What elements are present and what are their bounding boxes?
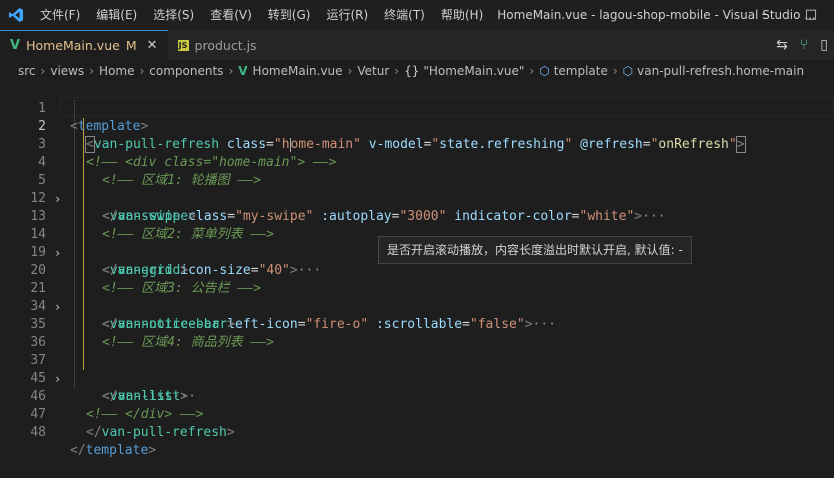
- menu-selection[interactable]: 选择(S): [145, 0, 202, 30]
- tab-label: HomeMain.vue: [26, 38, 120, 53]
- code-line: 3 <!—— <div class="home-main"> ——>: [0, 118, 834, 170]
- code-line: 47 </van-pull-refresh>: [0, 388, 834, 440]
- tab-product-js[interactable]: JS product.js: [168, 30, 267, 60]
- code-line: 37 › <van-list···: [0, 334, 834, 404]
- menu-run[interactable]: 运行(R): [318, 0, 376, 30]
- tab-label: product.js: [194, 37, 257, 53]
- code-line: 13 <!—— 区域2: 菜单列表 ——>: [0, 190, 834, 242]
- menu-help[interactable]: 帮助(H): [433, 0, 491, 30]
- cube-icon: ⬡: [539, 64, 550, 78]
- chevron-right-icon: ›: [40, 64, 46, 78]
- breadcrumb-src[interactable]: src: [18, 64, 36, 78]
- chevron-right-icon: ›: [89, 64, 95, 78]
- vue-icon: V: [238, 64, 248, 78]
- chevron-right-icon: ›: [394, 64, 400, 78]
- breadcrumb-file[interactable]: HomeMain.vue: [253, 64, 343, 78]
- code-line: 14 › <van-grid icon-size="40">···: [0, 208, 834, 278]
- menu-file[interactable]: 文件(F): [32, 0, 88, 30]
- line-number: 48: [30, 425, 46, 440]
- chevron-right-icon: ›: [529, 64, 535, 78]
- js-icon: JS: [177, 39, 189, 51]
- editor-tab-bar: V HomeMain.vue M ✕ JS product.js ⇆ ⑂ ▯: [0, 30, 834, 60]
- chevron-right-icon: ›: [139, 64, 145, 78]
- braces-icon: {}: [404, 64, 420, 78]
- code-text: </template>: [70, 443, 157, 458]
- hover-tooltip: 是否开启滚动播放，内容长度溢出时默认开启, 默认值: -: [378, 236, 692, 264]
- minimize-button[interactable]: –: [742, 0, 788, 30]
- window-controls: – □: [742, 0, 834, 30]
- code-line: 1 <template>: [0, 82, 834, 134]
- menu-terminal[interactable]: 终端(T): [376, 0, 433, 30]
- chevron-right-icon: ›: [228, 64, 234, 78]
- maximize-button[interactable]: □: [788, 0, 834, 30]
- code-line: 34 </van-notice-bar>: [0, 280, 834, 332]
- menu-view[interactable]: 查看(V): [202, 0, 260, 30]
- breadcrumb-components[interactable]: components: [149, 64, 223, 78]
- code-line: 48 </template>: [0, 406, 834, 458]
- code-line: 5 › <van-swipe class="my-swipe" :autopla…: [0, 154, 834, 224]
- compare-icon[interactable]: ⇆: [776, 37, 788, 53]
- code-line-current: 2 <van-pull-refresh class="home-main" v-…: [0, 100, 834, 153]
- source-control-icon[interactable]: ⑂: [800, 37, 808, 53]
- code-line: 35 <!—— 区域4: 商品列表 ——>: [0, 298, 834, 350]
- breadcrumb-views[interactable]: views: [50, 64, 84, 78]
- code-line: 46 <!—— </div> ——>: [0, 370, 834, 422]
- breadcrumb-module[interactable]: "HomeMain.vue": [423, 64, 524, 78]
- tab-homemain-vue[interactable]: V HomeMain.vue M ✕: [0, 30, 168, 60]
- menu-edit[interactable]: 编辑(E): [88, 0, 145, 30]
- code-line: 12 </van-swipe>: [0, 172, 834, 224]
- close-icon[interactable]: ✕: [147, 38, 158, 53]
- menu-go[interactable]: 转到(G): [260, 0, 319, 30]
- title-bar: 文件(F) 编辑(E) 选择(S) 查看(V) 转到(G) 运行(R) 终端(T…: [0, 0, 834, 30]
- breadcrumb-vetur[interactable]: Vetur: [357, 64, 389, 78]
- cube-icon: ⬡: [622, 64, 634, 78]
- vscode-logo-icon: [0, 0, 32, 30]
- breadcrumb-home[interactable]: Home: [99, 64, 134, 78]
- chevron-right-icon: ›: [347, 64, 353, 78]
- code-line: 4 <!—— 区域1: 轮播图 ——>: [0, 136, 834, 188]
- editor-actions: ⇆ ⑂ ▯: [776, 30, 834, 60]
- vue-icon: V: [10, 38, 21, 53]
- chevron-right-icon: ›: [612, 64, 618, 78]
- code-text: </van-pull-refresh>: [86, 425, 235, 440]
- breadcrumb-element[interactable]: van-pull-refresh.home-main: [637, 64, 804, 78]
- code-line: 45 </van-list>: [0, 352, 834, 404]
- breadcrumb-template[interactable]: template: [554, 64, 608, 78]
- code-line: 36: [0, 316, 834, 350]
- modified-badge: M: [125, 38, 137, 53]
- code-line: 21 › <van-notice-bar left-icon="fire-o" …: [0, 262, 834, 332]
- breadcrumb: src › views › Home › components › V HomeMain.…: [0, 60, 834, 82]
- split-editor-icon[interactable]: ▯: [820, 37, 828, 53]
- menu-bar: 文件(F) 编辑(E) 选择(S) 查看(V) 转到(G) 运行(R) 终端(T…: [32, 0, 491, 30]
